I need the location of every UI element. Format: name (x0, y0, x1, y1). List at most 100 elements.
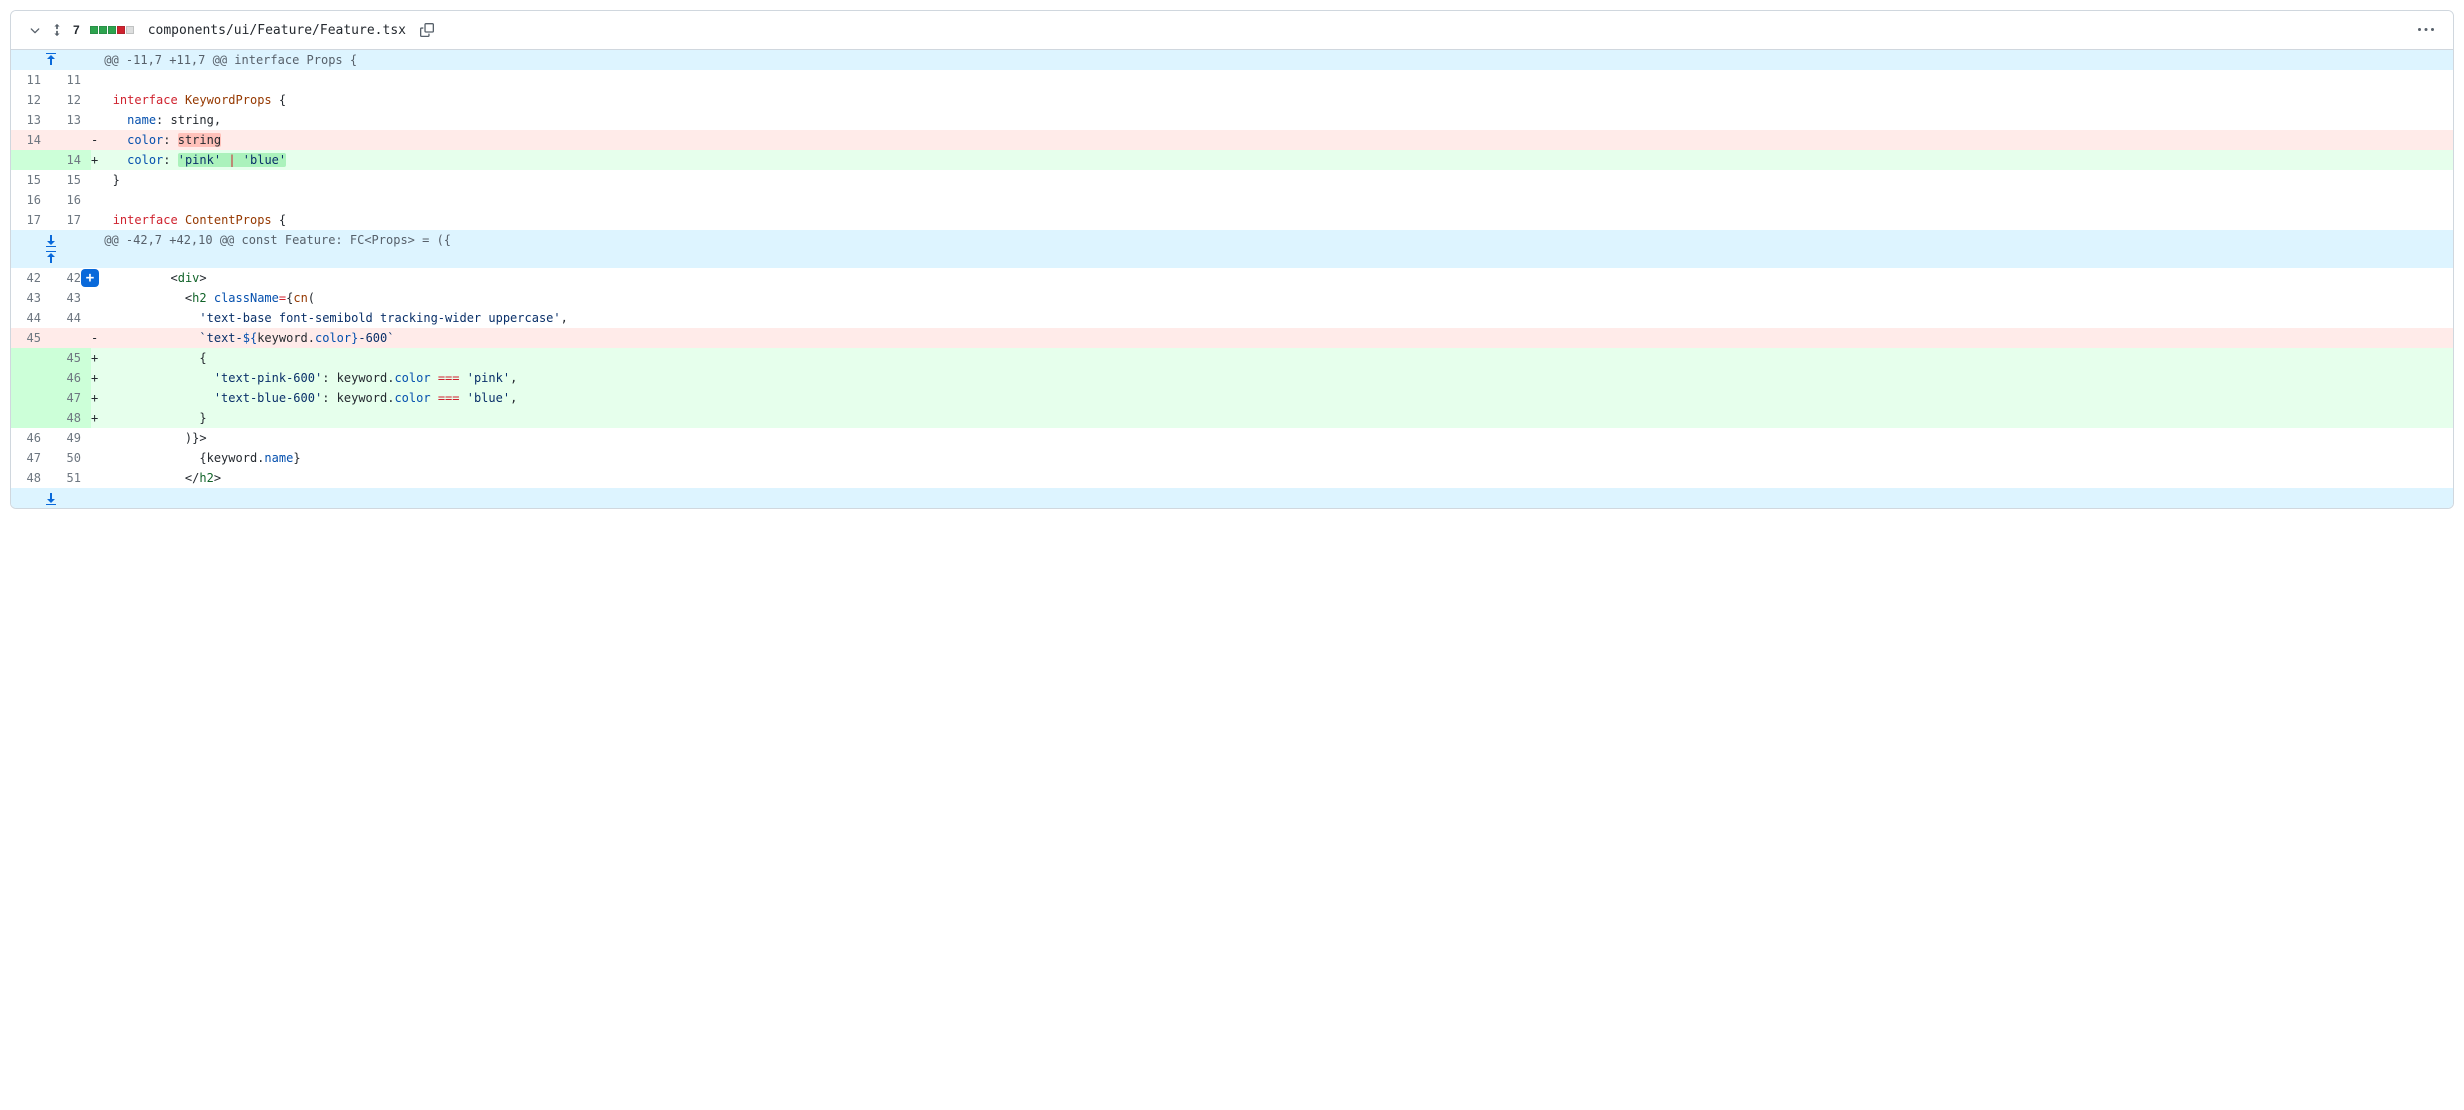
old-line-number[interactable]: 42 (11, 268, 51, 288)
new-line-number[interactable]: 43 (51, 288, 91, 308)
new-line-number[interactable]: 17 (51, 210, 91, 230)
hunk-tail (98, 488, 2453, 508)
new-line-number[interactable]: 44 (51, 308, 91, 328)
old-line-number[interactable]: 12 (11, 90, 51, 110)
diff-marker (91, 448, 98, 468)
old-line-number[interactable]: 14 (11, 130, 51, 150)
code-cell[interactable]: 'text-base font-semibold tracking-wider … (98, 308, 2453, 328)
diff-marker (91, 210, 98, 230)
diff-marker (91, 110, 98, 130)
expand-hunk-button[interactable] (11, 230, 91, 268)
code-cell[interactable]: </h2> (98, 468, 2453, 488)
old-line-number[interactable] (11, 348, 51, 368)
old-line-number[interactable]: 15 (11, 170, 51, 190)
diff-marker (91, 170, 98, 190)
old-line-number[interactable]: 11 (11, 70, 51, 90)
code-cell[interactable]: <div> (98, 268, 2453, 288)
diff-file: 7 components/ui/Feature/Feature.tsx @@ -… (10, 10, 2454, 509)
diff-line: 4242+ <div> (11, 268, 2453, 288)
code-cell[interactable]: { (98, 348, 2453, 368)
new-line-number[interactable]: 50 (51, 448, 91, 468)
diff-line: 4851 </h2> (11, 468, 2453, 488)
diff-line: 46+ 'text-pink-600': keyword.color === '… (11, 368, 2453, 388)
stat-block (90, 26, 98, 34)
code-cell[interactable]: name: string, (98, 110, 2453, 130)
old-line-number[interactable] (11, 150, 51, 170)
new-line-number[interactable]: 16 (51, 190, 91, 210)
new-line-number[interactable]: 12 (51, 90, 91, 110)
diff-marker (91, 308, 98, 328)
code-cell[interactable]: 'text-pink-600': keyword.color === 'pink… (98, 368, 2453, 388)
new-line-number[interactable]: 14 (51, 150, 91, 170)
new-line-number[interactable]: 45 (51, 348, 91, 368)
diff-line: 1313 name: string, (11, 110, 2453, 130)
file-path[interactable]: components/ui/Feature/Feature.tsx (148, 23, 406, 38)
old-line-number[interactable] (11, 368, 51, 388)
new-line-number[interactable]: 46 (51, 368, 91, 388)
code-cell[interactable]: )}> (98, 428, 2453, 448)
diff-marker (91, 468, 98, 488)
code-cell[interactable]: color: 'pink' | 'blue' (98, 150, 2453, 170)
add-comment-button[interactable]: + (81, 269, 99, 287)
diff-line: 4343 <h2 className={cn( (11, 288, 2453, 308)
diff-marker: + (91, 268, 98, 288)
diff-line: 14- color: string (11, 130, 2453, 150)
diff-line: 4444 'text-base font-semibold tracking-w… (11, 308, 2453, 328)
old-line-number[interactable]: 16 (11, 190, 51, 210)
code-cell[interactable]: interface KeywordProps { (98, 90, 2453, 110)
old-line-number[interactable]: 47 (11, 448, 51, 468)
diff-marker (91, 288, 98, 308)
code-cell[interactable]: } (98, 408, 2453, 428)
code-cell[interactable]: color: string (98, 130, 2453, 150)
code-cell[interactable]: <h2 className={cn( (98, 288, 2453, 308)
stat-block (99, 26, 107, 34)
new-line-number[interactable] (51, 328, 91, 348)
new-line-number[interactable]: 51 (51, 468, 91, 488)
old-line-number[interactable]: 44 (11, 308, 51, 328)
code-cell[interactable]: {keyword.name} (98, 448, 2453, 468)
new-line-number[interactable]: 47 (51, 388, 91, 408)
diff-line: 14+ color: 'pink' | 'blue' (11, 150, 2453, 170)
old-line-number[interactable]: 48 (11, 468, 51, 488)
code-cell[interactable]: } (98, 170, 2453, 190)
old-line-number[interactable] (11, 388, 51, 408)
diff-line: 4649 )}> (11, 428, 2453, 448)
old-line-number[interactable]: 13 (11, 110, 51, 130)
code-cell[interactable]: 'text-blue-600': keyword.color === 'blue… (98, 388, 2453, 408)
new-line-number[interactable] (51, 130, 91, 150)
diff-line: 1515 } (11, 170, 2453, 190)
diff-line: 1111 (11, 70, 2453, 90)
code-cell[interactable] (98, 190, 2453, 210)
expand-hunk-button[interactable] (11, 50, 91, 70)
diff-table: @@ -11,7 +11,7 @@ interface Props {1111 … (11, 50, 2453, 508)
old-line-number[interactable] (11, 408, 51, 428)
diff-line: 45- `text-${keyword.color}-600` (11, 328, 2453, 348)
new-line-number[interactable]: 15 (51, 170, 91, 190)
hunk-header: @@ -42,7 +42,10 @@ const Feature: FC<Pro… (98, 230, 2453, 268)
stat-block (108, 26, 116, 34)
expand-all-icon[interactable] (49, 22, 65, 38)
diff-line: 47+ 'text-blue-600': keyword.color === '… (11, 388, 2453, 408)
expand-down-button[interactable] (11, 488, 91, 508)
diff-marker (91, 90, 98, 110)
old-line-number[interactable]: 45 (11, 328, 51, 348)
new-line-number[interactable]: 13 (51, 110, 91, 130)
old-line-number[interactable]: 46 (11, 428, 51, 448)
diff-marker: + (91, 408, 98, 428)
code-cell[interactable]: `text-${keyword.color}-600` (98, 328, 2453, 348)
diff-marker (91, 428, 98, 448)
copy-path-button[interactable] (416, 19, 438, 41)
new-line-number[interactable]: 48 (51, 408, 91, 428)
chevron-down-icon[interactable] (27, 22, 43, 38)
file-header: 7 components/ui/Feature/Feature.tsx (11, 11, 2453, 50)
new-line-number[interactable]: 49 (51, 428, 91, 448)
diff-line: 45+ { (11, 348, 2453, 368)
kebab-menu-icon[interactable] (2415, 19, 2437, 41)
new-line-number[interactable]: 11 (51, 70, 91, 90)
code-cell[interactable] (98, 70, 2453, 90)
code-cell[interactable]: interface ContentProps { (98, 210, 2453, 230)
diff-marker: + (91, 348, 98, 368)
diff-marker: + (91, 150, 98, 170)
old-line-number[interactable]: 43 (11, 288, 51, 308)
old-line-number[interactable]: 17 (11, 210, 51, 230)
